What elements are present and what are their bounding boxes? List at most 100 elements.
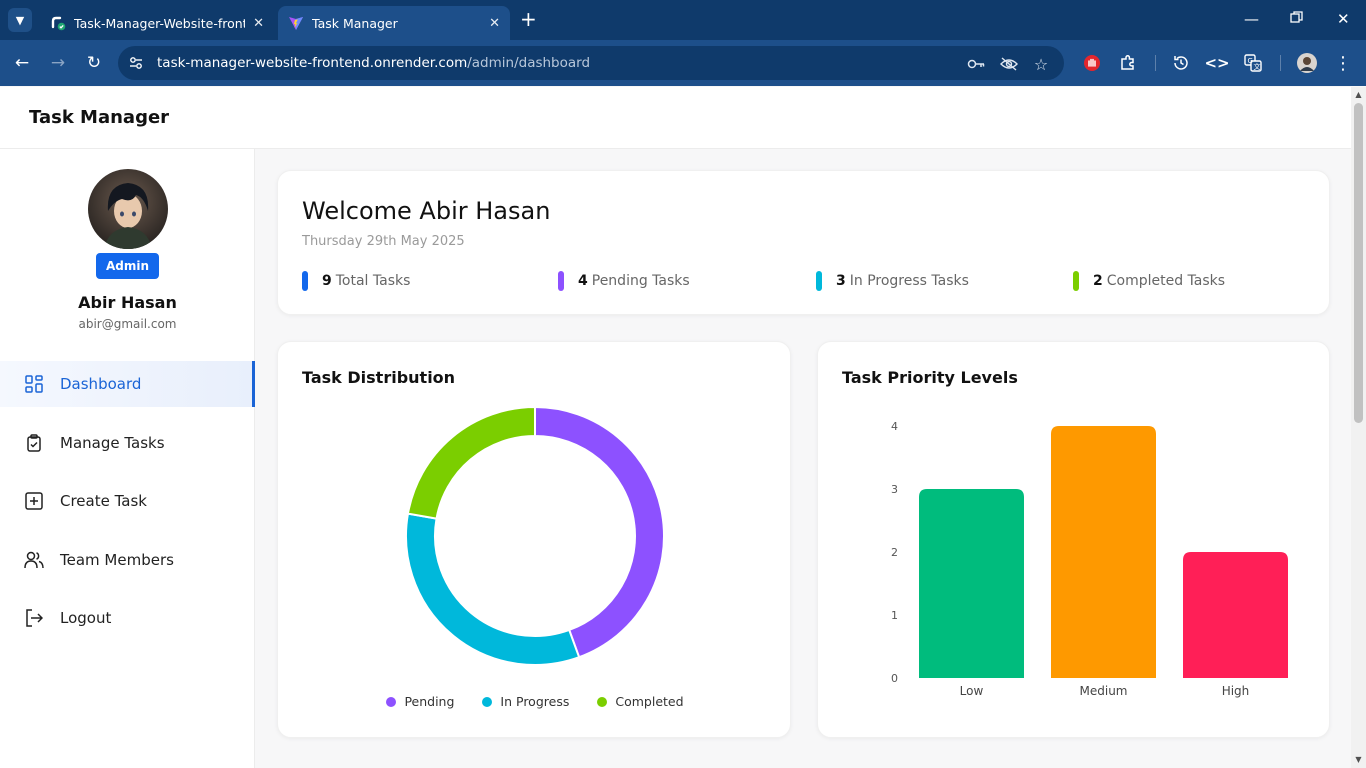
render-favicon-icon xyxy=(51,16,66,31)
tab-title: Task Manager xyxy=(312,15,398,31)
donut-chart xyxy=(405,405,665,666)
legend-item[interactable]: Completed xyxy=(597,694,684,709)
url-path: /admin/dashboard xyxy=(467,55,591,71)
stat-label: Pending Tasks xyxy=(591,273,690,289)
url-host: task-manager-website-frontend.onrender.c… xyxy=(157,55,468,71)
sidebar-item-create-task[interactable]: Create Task xyxy=(0,478,255,524)
back-arrow-icon[interactable]: ← xyxy=(10,51,34,75)
x-tick-label: Low xyxy=(960,684,984,698)
close-window-icon[interactable]: ✕ xyxy=(1337,10,1350,28)
legend-item[interactable]: In Progress xyxy=(482,694,569,709)
users-icon xyxy=(24,550,44,570)
legend-item[interactable]: Pending xyxy=(386,694,454,709)
stat-pending-tasks: 4 Pending Tasks xyxy=(558,270,690,292)
minimize-icon[interactable]: — xyxy=(1244,10,1259,28)
translate-icon[interactable]: G文 xyxy=(1243,53,1263,73)
sidebar-item-dashboard[interactable]: Dashboard xyxy=(0,361,255,407)
role-badge: Admin xyxy=(96,253,159,279)
browser-tab-render[interactable]: Task-Manager-Website-frontend ✕ xyxy=(40,6,274,40)
more-vertical-icon[interactable]: ⋮ xyxy=(1333,53,1353,74)
close-tab-icon[interactable]: ✕ xyxy=(489,16,500,31)
sidebar-item-label: Dashboard xyxy=(60,375,142,393)
y-tick-label: 1 xyxy=(891,609,898,622)
close-tab-icon[interactable]: ✕ xyxy=(253,16,264,31)
url-text[interactable]: task-manager-website-frontend.onrender.c… xyxy=(157,55,590,71)
x-tick-label: Medium xyxy=(1080,684,1128,698)
bar-low[interactable] xyxy=(919,489,1024,678)
donut-slice-completed[interactable] xyxy=(406,405,536,520)
password-key-icon[interactable] xyxy=(967,55,985,73)
stat-total-tasks: 9 Total Tasks xyxy=(302,270,410,292)
task-priority-card: Task Priority Levels 0 1 2 3 4 Low Medium High xyxy=(817,341,1330,738)
stat-color-bar xyxy=(558,271,564,291)
tab-search-chevron-icon[interactable]: ▼ xyxy=(8,8,32,32)
sidebar-item-manage-tasks[interactable]: Manage Tasks xyxy=(0,420,255,466)
y-tick-label: 2 xyxy=(891,546,898,559)
sidebar-item-logout[interactable]: Logout xyxy=(0,595,255,641)
welcome-title: Welcome Abir Hasan xyxy=(302,197,551,225)
bookmark-star-icon[interactable]: ☆ xyxy=(1032,55,1050,74)
sidebar-item-label: Team Members xyxy=(60,551,174,569)
stat-color-bar xyxy=(302,271,308,291)
code-brackets-icon[interactable]: <> xyxy=(1204,53,1229,73)
task-distribution-card: Task Distribution Pending In Progress Comp… xyxy=(277,341,791,738)
legend-dot xyxy=(386,696,397,707)
legend-dot xyxy=(597,696,608,707)
app-header: Task Manager xyxy=(0,87,1351,149)
stat-in-progress-tasks: 3 In Progress Tasks xyxy=(816,270,969,292)
sidebar-item-label: Logout xyxy=(60,609,112,627)
eye-off-icon[interactable] xyxy=(1000,55,1018,73)
toolbar-divider xyxy=(1280,55,1281,71)
bar-high[interactable] xyxy=(1183,552,1288,678)
donut-slice-pending[interactable] xyxy=(534,405,665,659)
y-tick-label: 3 xyxy=(891,483,898,496)
stat-count: 2 xyxy=(1093,273,1103,289)
site-settings-icon[interactable] xyxy=(128,55,144,71)
new-tab-plus-icon[interactable]: + xyxy=(520,9,537,29)
chart-legend: Pending In Progress Completed xyxy=(278,694,792,709)
scrollbar-thumb[interactable] xyxy=(1354,103,1363,423)
y-tick-label: 0 xyxy=(891,672,898,685)
legend-label: Pending xyxy=(404,694,455,709)
extension-red-icon[interactable] xyxy=(1082,53,1102,73)
y-tick-label: 4 xyxy=(891,420,898,433)
legend-label: In Progress xyxy=(500,694,570,709)
sidebar-item-label: Create Task xyxy=(60,492,147,510)
scroll-up-arrow-icon[interactable]: ▲ xyxy=(1354,90,1363,100)
stat-count: 3 xyxy=(836,273,846,289)
tab-title: Task-Manager-Website-frontend xyxy=(74,15,245,31)
svg-text:G: G xyxy=(1248,57,1253,65)
clipboard-check-icon xyxy=(24,433,44,453)
toolbar-divider xyxy=(1155,55,1156,71)
address-bar[interactable]: task-manager-website-frontend.onrender.c… xyxy=(118,46,1064,80)
extensions-puzzle-icon[interactable] xyxy=(1118,53,1138,73)
welcome-card: Welcome Abir Hasan Thursday 29th May 202… xyxy=(277,170,1330,315)
restore-window-icon[interactable] xyxy=(1290,10,1303,28)
x-tick-label: High xyxy=(1222,684,1250,698)
user-email: abir@gmail.com xyxy=(78,317,177,331)
page-scrollbar[interactable]: ▲ ▼ xyxy=(1351,87,1366,768)
vite-favicon-icon xyxy=(289,17,303,30)
profile-avatar-icon[interactable] xyxy=(1297,53,1317,73)
welcome-date: Thursday 29th May 2025 xyxy=(302,234,465,249)
stat-label: In Progress Tasks xyxy=(849,273,969,289)
sidebar-item-team-members[interactable]: Team Members xyxy=(0,537,255,583)
scroll-down-arrow-icon[interactable]: ▼ xyxy=(1354,755,1363,765)
stat-color-bar xyxy=(1073,271,1079,291)
browser-toolbar: ← → ↻ task-manager-website-frontend.onre… xyxy=(0,40,1366,86)
legend-label: Completed xyxy=(615,694,684,709)
stat-label: Total Tasks xyxy=(335,273,411,289)
avatar xyxy=(88,169,168,249)
history-icon[interactable] xyxy=(1171,53,1191,73)
browser-tab-task-manager[interactable]: Task Manager ✕ xyxy=(278,6,510,40)
stat-count: 9 xyxy=(322,273,332,289)
stat-count: 4 xyxy=(578,273,588,289)
logout-icon xyxy=(24,608,44,628)
reload-icon[interactable]: ↻ xyxy=(82,51,106,75)
stat-completed-tasks: 2 Completed Tasks xyxy=(1073,270,1225,292)
forward-arrow-icon[interactable]: → xyxy=(46,51,70,75)
dashboard-icon xyxy=(24,374,44,394)
stat-color-bar xyxy=(816,271,822,291)
bar-medium[interactable] xyxy=(1051,426,1156,678)
donut-slice-in-progress[interactable] xyxy=(405,512,581,666)
